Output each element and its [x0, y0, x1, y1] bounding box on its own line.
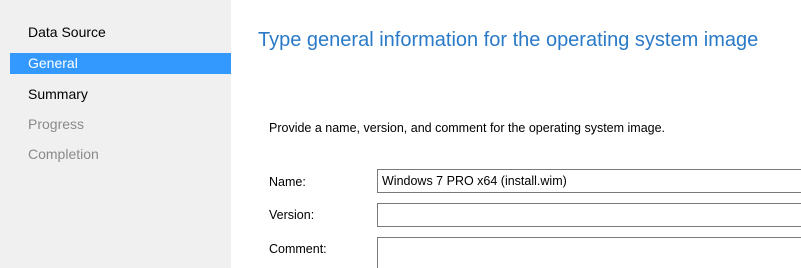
comment-label: Comment:: [269, 242, 327, 256]
step-completion: Completion: [28, 146, 99, 162]
comment-field[interactable]: [377, 237, 801, 268]
step-data-source[interactable]: Data Source: [10, 22, 231, 43]
page-description: Provide a name, version, and comment for…: [269, 121, 666, 135]
wizard-steps-sidebar: Data Source General Summary Progress Com…: [0, 0, 231, 268]
version-field[interactable]: [377, 203, 801, 227]
wizard-content: Type general information for the operati…: [231, 0, 801, 268]
step-summary[interactable]: Summary: [10, 84, 231, 105]
wizard-window: Data Source General Summary Progress Com…: [0, 0, 801, 268]
name-label: Name:: [269, 175, 306, 189]
step-general[interactable]: General: [10, 53, 231, 74]
page-title: Type general information for the operati…: [258, 29, 759, 51]
step-progress: Progress: [28, 116, 85, 132]
name-field[interactable]: [377, 169, 801, 193]
version-label: Version:: [269, 208, 315, 222]
